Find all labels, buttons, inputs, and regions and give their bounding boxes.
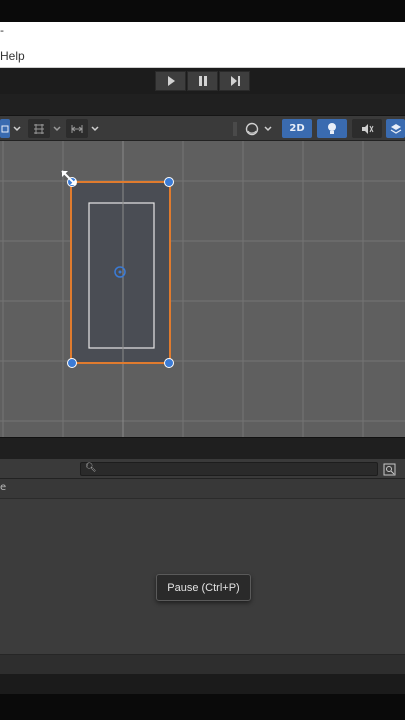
play-toolbar	[0, 68, 405, 94]
rect-handle-top-right	[164, 177, 174, 187]
chevron-down-icon	[13, 125, 21, 131]
search-filter-icon	[383, 463, 395, 475]
project-toolbar: 🔍︎	[0, 459, 405, 479]
toggle-2d-button[interactable]: 2D	[282, 119, 312, 138]
chevron-down-icon	[264, 125, 272, 131]
pause-button[interactable]	[187, 71, 218, 91]
scene-toolbar: 2D	[0, 116, 405, 141]
screen-bottom-bar	[0, 694, 405, 720]
draw-mode-dropdown[interactable]	[10, 119, 24, 138]
increment-snap-button[interactable]	[66, 119, 88, 138]
play-icon	[167, 76, 175, 86]
draw-mode-button[interactable]	[0, 119, 10, 138]
step-icon	[230, 76, 240, 86]
audio-toggle-button[interactable]	[352, 119, 382, 138]
grid-snap-button[interactable]	[28, 119, 50, 138]
chevron-down-icon	[91, 125, 99, 131]
rect-handle-bottom-left	[67, 358, 77, 368]
search-icon: 🔍︎	[85, 463, 97, 473]
menu-bar: Help	[0, 44, 405, 68]
bottom-panel-edge	[0, 674, 405, 694]
lightbulb-icon	[328, 122, 336, 134]
scene-tab-bar	[0, 94, 405, 116]
pause-icon	[198, 76, 207, 86]
grid-snap-dropdown[interactable]	[50, 119, 64, 138]
draw-mode-icon	[1, 125, 9, 132]
search-by-type-button[interactable]	[381, 461, 397, 477]
project-search-input[interactable]: 🔍︎	[80, 462, 378, 476]
grid-snap-icon	[34, 123, 44, 134]
pause-tooltip: Pause (Ctrl+P)	[156, 574, 251, 601]
screen-top-bar	[0, 0, 405, 22]
window-title-bar: -	[0, 22, 405, 44]
lighting-toggle-button[interactable]	[317, 119, 347, 138]
status-bar	[0, 654, 405, 674]
breadcrumb-label[interactable]: e	[0, 482, 6, 493]
shading-mode-button[interactable]	[243, 119, 261, 138]
tooltip-text: Pause (Ctrl+P)	[167, 581, 240, 594]
audio-icon	[362, 123, 374, 134]
panel-splitter[interactable]	[0, 437, 405, 459]
sphere-icon	[245, 122, 259, 135]
toggle-2d-label: 2D	[289, 123, 305, 134]
window-title: -	[0, 24, 4, 37]
scene-viewport[interactable]	[0, 141, 405, 437]
scene-grid	[0, 141, 405, 437]
effects-toggle-button[interactable]	[386, 119, 405, 138]
step-button[interactable]	[219, 71, 250, 91]
rect-handle-bottom-right	[164, 358, 174, 368]
increment-snap-icon	[71, 124, 83, 133]
menu-help[interactable]: Help	[0, 49, 25, 63]
chevron-down-icon	[53, 125, 61, 131]
project-breadcrumb: e	[0, 479, 405, 499]
play-button[interactable]	[155, 71, 186, 91]
toolbar-separator	[233, 119, 237, 138]
layers-icon	[390, 123, 401, 134]
scene-canvas	[0, 141, 405, 437]
shading-mode-dropdown[interactable]	[261, 119, 275, 138]
increment-snap-dropdown[interactable]	[88, 119, 102, 138]
